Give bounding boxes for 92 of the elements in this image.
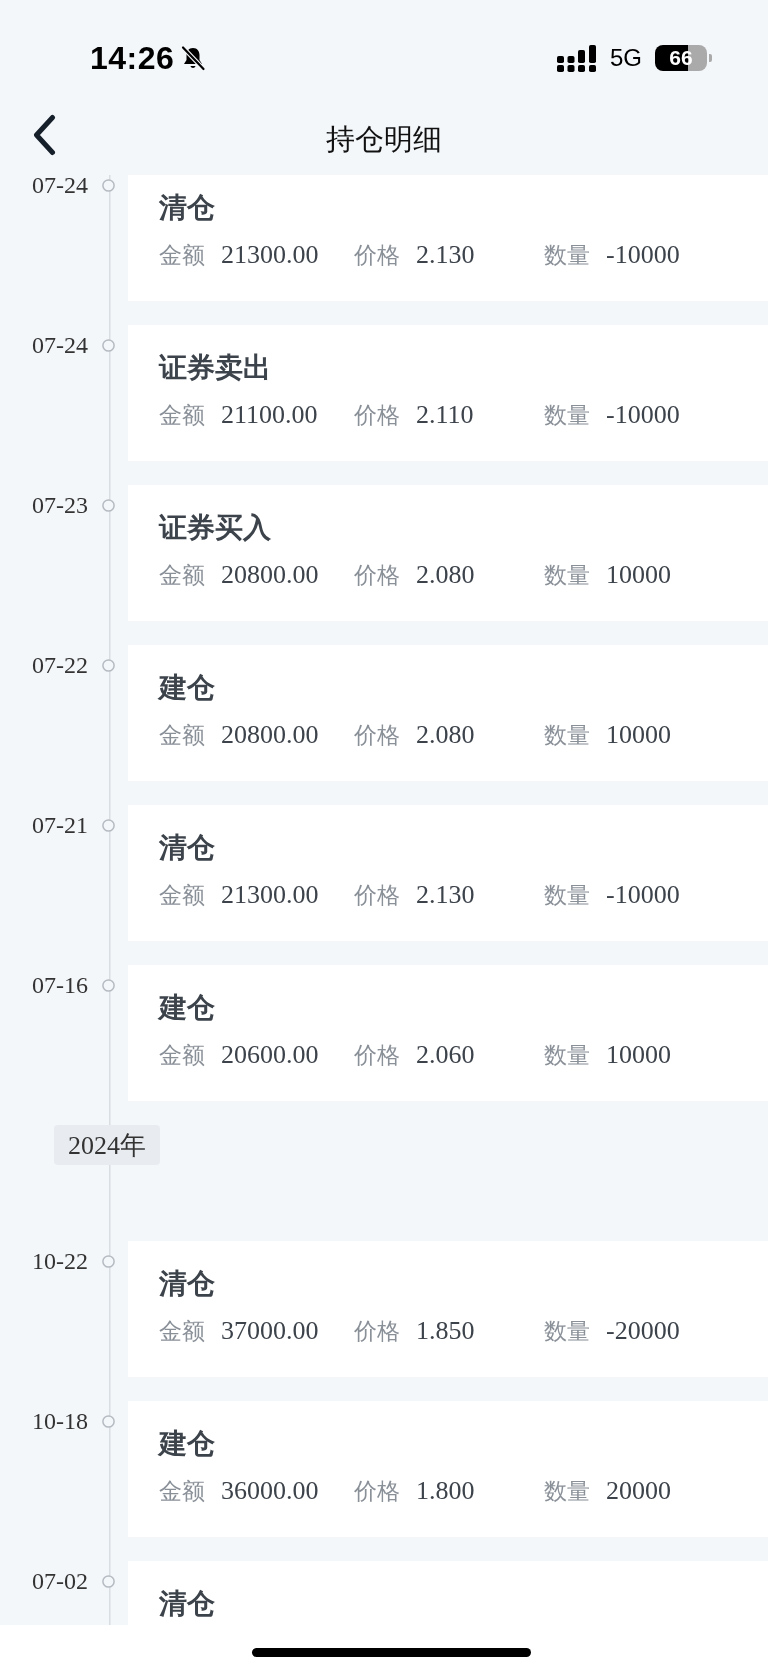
record-card[interactable]: 证券买入 金额 20800.00 价格 2.080 数量 10000 (128, 485, 768, 621)
field-label: 数量 (544, 1477, 590, 1506)
timeline-ring-icon (102, 818, 115, 832)
field-label: 数量 (544, 241, 590, 270)
record-card[interactable]: 清仓 金额 21300.00 价格 2.130 数量 -10000 (128, 805, 768, 941)
field-value: 2.080 (416, 560, 475, 590)
field-label: 金额 (159, 721, 205, 750)
record-card[interactable]: 建仓 金额 20600.00 价格 2.060 数量 10000 (128, 965, 768, 1101)
field-label: 金额 (159, 1477, 205, 1506)
back-button[interactable] (31, 113, 57, 156)
record-date: 10-22 (32, 1247, 88, 1275)
timeline-ring-icon (102, 338, 115, 352)
field-label: 数量 (544, 1041, 590, 1070)
field-value: -10000 (606, 400, 680, 430)
record-card[interactable]: 建仓 金额 36000.00 价格 1.800 数量 20000 (128, 1401, 768, 1537)
timeline-ring-icon (102, 658, 115, 672)
field-value: 36000.00 (221, 1476, 319, 1506)
field-label: 价格 (354, 1041, 400, 1070)
year-tag: 2024年 (54, 1125, 160, 1165)
field-label: 金额 (159, 241, 205, 270)
field-value: 20600.00 (221, 1040, 319, 1070)
signal-icon (557, 44, 596, 72)
record-card[interactable]: 证券卖出 金额 21100.00 价格 2.110 数量 -10000 (128, 325, 768, 461)
field-label: 数量 (544, 561, 590, 590)
field-label: 价格 (354, 721, 400, 750)
network-label: 5G (610, 45, 642, 71)
record-date: 07-22 (32, 651, 88, 679)
record-title: 清仓 (159, 1587, 215, 1621)
field-value: 1.800 (416, 1476, 475, 1506)
field-label: 数量 (544, 721, 590, 750)
field-label: 数量 (544, 881, 590, 910)
field-value: 10000 (606, 720, 671, 750)
field-label: 金额 (159, 1041, 205, 1070)
record-title: 清仓 (159, 1267, 215, 1301)
field-value: 2.060 (416, 1040, 475, 1070)
field-value: 10000 (606, 1040, 671, 1070)
field-value: 21100.00 (221, 400, 318, 430)
record-date: 07-02 (32, 1567, 88, 1595)
record-title: 建仓 (159, 671, 215, 705)
field-value: 1.850 (416, 1316, 475, 1346)
field-value: 20800.00 (221, 560, 319, 590)
record-card[interactable]: 清仓 金额 37000.00 价格 1.850 数量 -20000 (128, 1241, 768, 1377)
record-title: 建仓 (159, 991, 215, 1025)
field-label: 金额 (159, 401, 205, 430)
record-title: 证券卖出 (159, 351, 271, 385)
field-label: 金额 (159, 1317, 205, 1346)
chevron-left-icon (32, 113, 56, 156)
record-card[interactable]: 清仓 金额 21300.00 价格 2.130 数量 -10000 (128, 175, 768, 301)
field-value: 2.080 (416, 720, 475, 750)
field-value: 2.110 (416, 400, 474, 430)
timeline-ring-icon (102, 498, 115, 512)
page-title: 持仓明细 (326, 120, 442, 157)
record-title: 清仓 (159, 191, 215, 225)
record-date: 07-16 (32, 971, 88, 999)
field-label: 价格 (354, 881, 400, 910)
record-date: 07-21 (32, 811, 88, 839)
field-value: -20000 (606, 1316, 680, 1346)
field-label: 数量 (544, 1317, 590, 1346)
field-value: 20000 (606, 1476, 671, 1506)
field-label: 价格 (354, 561, 400, 590)
record-date: 07-24 (32, 175, 88, 199)
field-value: 21300.00 (221, 240, 319, 270)
record-card[interactable]: 建仓 金额 20800.00 价格 2.080 数量 10000 (128, 645, 768, 781)
field-value: 10000 (606, 560, 671, 590)
bell-slash-icon (180, 45, 207, 71)
field-label: 数量 (544, 401, 590, 430)
timeline-ring-icon (102, 1414, 115, 1428)
field-label: 金额 (159, 561, 205, 590)
field-label: 价格 (354, 401, 400, 430)
field-value: 21300.00 (221, 880, 319, 910)
record-card[interactable]: 清仓 (128, 1561, 768, 1625)
field-label: 价格 (354, 241, 400, 270)
field-value: -10000 (606, 240, 680, 270)
record-title: 清仓 (159, 831, 215, 865)
timeline-ring-icon (102, 978, 115, 992)
field-value: 20800.00 (221, 720, 319, 750)
timeline-ring-icon (102, 1574, 115, 1588)
field-value: -10000 (606, 880, 680, 910)
record-title: 证券买入 (159, 511, 271, 545)
record-date: 07-24 (32, 331, 88, 359)
time-text: 14:26 (90, 44, 175, 72)
timeline-ring-icon (102, 1254, 115, 1268)
field-label: 价格 (354, 1317, 400, 1346)
field-value: 37000.00 (221, 1316, 319, 1346)
field-value: 2.130 (416, 880, 475, 910)
field-label: 价格 (354, 1477, 400, 1506)
record-title: 建仓 (159, 1427, 215, 1461)
timeline-ring-icon (102, 178, 115, 192)
record-date: 10-18 (32, 1407, 88, 1435)
record-date: 07-23 (32, 491, 88, 519)
field-value: 2.130 (416, 240, 475, 270)
field-label: 金额 (159, 881, 205, 910)
